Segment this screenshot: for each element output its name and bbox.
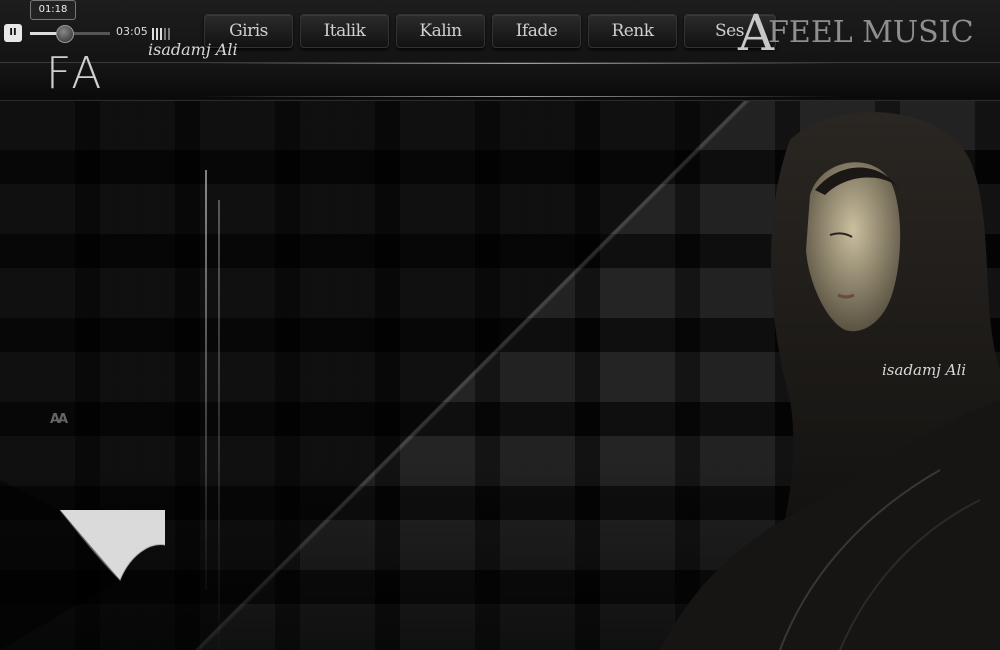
- nav-item-renk[interactable]: Renk: [588, 14, 677, 48]
- brand-logo: AFEEL MUSIC: [738, 4, 974, 62]
- nav-item-kalin[interactable]: Kalin: [396, 14, 485, 48]
- progress-track[interactable]: [30, 25, 110, 43]
- volume-icon[interactable]: [152, 25, 176, 40]
- nav-item-ifade[interactable]: Ifade: [492, 14, 581, 48]
- nav-item-italik[interactable]: Italik: [300, 14, 389, 48]
- pause-button[interactable]: II: [4, 24, 22, 42]
- seek-knob[interactable]: [55, 25, 74, 43]
- duration-label: 03:05: [116, 25, 148, 38]
- current-time-tooltip: 01:18: [30, 0, 76, 20]
- pause-icon: II: [9, 27, 17, 38]
- header-signature: isadamj Ali: [148, 40, 238, 59]
- format-toolbar: Giris Italik Kalin Ifade Renk Ses: [204, 14, 783, 48]
- image-signature: isadamj Ali: [882, 361, 967, 379]
- header-strip: [0, 62, 1000, 99]
- fa-logo: FA: [46, 48, 106, 99]
- page-curl: [0, 480, 166, 650]
- divider: [200, 63, 840, 64]
- corner-logo: AA: [50, 412, 68, 427]
- divider: [200, 96, 840, 97]
